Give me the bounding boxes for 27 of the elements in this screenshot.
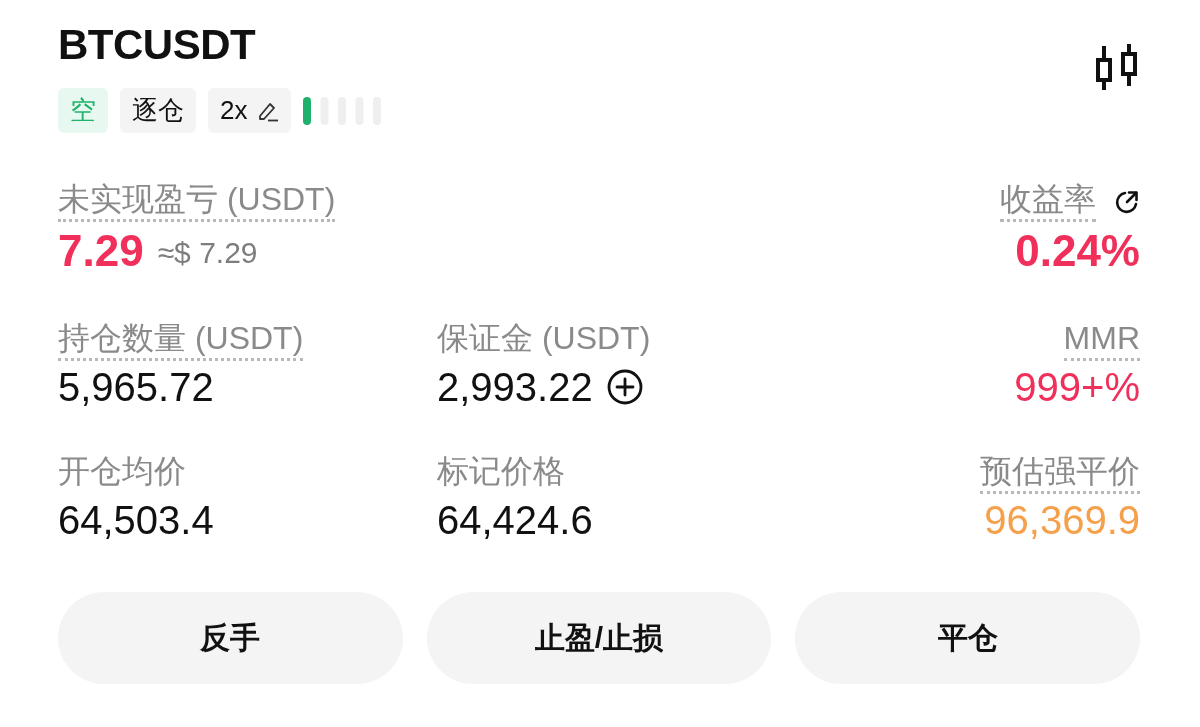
metric-value: 0.24% — [1015, 226, 1140, 276]
metric-label: 预估强平价 — [980, 453, 1140, 494]
metric-label: MMR — [1063, 320, 1140, 361]
metric-value: 7.29 — [58, 226, 144, 276]
action-button[interactable]: 止盈/止损 — [426, 592, 772, 684]
metric-label: 标记价格 — [437, 453, 565, 491]
metric-value: 2,993.22 — [437, 365, 593, 409]
metric-value: 5,965.72 — [58, 365, 214, 409]
action-button[interactable]: 反手 — [58, 592, 403, 684]
metric-value: 64,424.6 — [437, 498, 593, 542]
margin-mode-tag: 逐仓 — [120, 88, 196, 133]
add-circle-icon[interactable] — [606, 369, 643, 405]
metric-value: 999+% — [1014, 365, 1140, 409]
action-button[interactable]: 平仓 — [795, 592, 1140, 684]
metric-label: 保证金 (USDT) — [437, 320, 651, 358]
approx-value: ≈$ 7.29 — [157, 235, 258, 271]
metric-label: 开仓均价 — [58, 453, 186, 491]
metric-label: 持仓数量 (USDT) — [58, 320, 304, 361]
share-icon[interactable] — [1114, 188, 1140, 215]
symbol-title: BTCUSDT — [58, 20, 257, 70]
side-tag: 空 — [58, 88, 108, 133]
leverage-button[interactable]: 2x — [208, 88, 292, 133]
metric-label: 未实现盈亏 (USDT) — [58, 181, 336, 222]
metric-label: 收益率 — [1000, 181, 1096, 222]
candlestick-icon[interactable] — [1094, 44, 1140, 92]
metric-value: 96,369.9 — [984, 498, 1140, 542]
metric-value: 64,503.4 — [58, 498, 214, 542]
